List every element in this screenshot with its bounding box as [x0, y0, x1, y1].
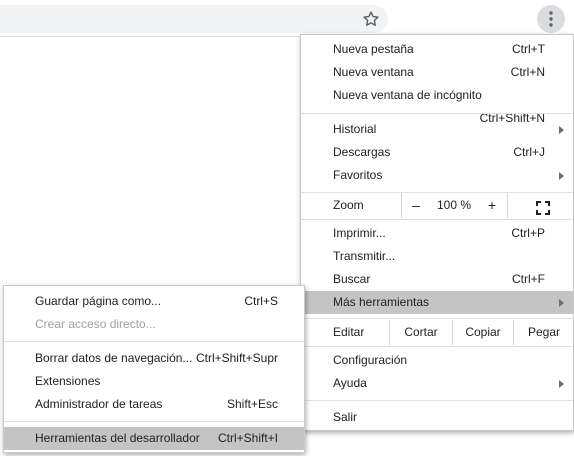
zoom-label: Zoom — [333, 198, 364, 212]
menu-item-shortcut: Ctrl+Shift+Supr — [195, 351, 278, 365]
zoom-level: 100 % — [436, 198, 472, 212]
chevron-right-icon — [559, 172, 564, 180]
menu-item-shortcut: Shift+Esc — [226, 397, 278, 411]
menu-item-shortcut: Ctrl+J — [513, 145, 545, 159]
menu-separator — [301, 346, 573, 347]
menu-item-shortcut: Ctrl+T — [512, 42, 545, 56]
menu-item-label: Ayuda — [333, 376, 367, 390]
zoom-in-button[interactable]: + — [477, 193, 507, 218]
menu-item-label: Imprimir... — [333, 226, 386, 240]
chevron-right-icon — [559, 299, 564, 307]
menu-item-label: Historial — [333, 122, 377, 136]
menu-item-shortcut: Ctrl+N — [510, 65, 545, 79]
menu-separator — [4, 341, 304, 342]
star-icon[interactable] — [362, 10, 380, 28]
edit-label: Editar — [333, 325, 365, 339]
menu-item-shortcut: Ctrl+F — [512, 272, 545, 286]
menu-item-label: Descargas — [333, 145, 391, 159]
menu-separator — [301, 113, 573, 114]
menu-item-downloads[interactable]: Descargas Ctrl+J — [301, 141, 573, 164]
menu-item-extensions[interactable]: Extensiones — [4, 370, 304, 393]
menu-separator — [301, 219, 573, 220]
menu-item-label: Configuración — [333, 353, 408, 367]
menu-item-help[interactable]: Ayuda — [301, 372, 573, 395]
chevron-right-icon — [559, 380, 564, 388]
menu-item-settings[interactable]: Configuración — [301, 349, 573, 372]
menu-item-new-tab[interactable]: Nueva pestaña Ctrl+T — [301, 38, 573, 61]
cut-button[interactable]: Cortar — [389, 320, 452, 345]
copy-button[interactable]: Copiar — [452, 320, 513, 345]
edit-row: Editar Cortar Copiar Pegar — [301, 320, 573, 345]
menu-item-create-shortcut: Crear acceso directo... — [4, 313, 304, 336]
more-tools-submenu: Guardar página como... Ctrl+S Crear acce… — [3, 285, 305, 453]
menu-item-label: Guardar página como... — [35, 294, 162, 308]
browser-menu-button[interactable] — [537, 5, 565, 33]
menu-item-cast[interactable]: Transmitir... — [301, 245, 573, 268]
menu-item-label: Extensiones — [35, 374, 101, 388]
menu-item-label: Buscar — [333, 272, 371, 286]
menu-item-label: Borrar datos de navegación... — [35, 351, 193, 365]
menu-item-label: Crear acceso directo... — [35, 317, 156, 331]
menu-item-label: Más herramientas — [333, 295, 430, 309]
fullscreen-icon[interactable] — [536, 199, 550, 224]
menu-item-label: Nueva ventana de incógnito — [333, 88, 482, 102]
menu-item-incognito[interactable]: Nueva ventana de incógnito Ctrl+Shift+N — [301, 84, 573, 125]
zoom-out-button[interactable]: – — [401, 193, 431, 218]
address-bar[interactable] — [0, 5, 388, 33]
chevron-right-icon — [559, 126, 564, 134]
menu-item-task-manager[interactable]: Administrador de tareas Shift+Esc — [4, 393, 304, 416]
menu-item-label: Favoritos — [333, 168, 383, 182]
menu-item-label: Administrador de tareas — [35, 397, 163, 411]
menu-item-find[interactable]: Buscar Ctrl+F — [301, 268, 573, 291]
vertical-dots-icon — [549, 11, 553, 27]
menu-item-save-page[interactable]: Guardar página como... Ctrl+S — [4, 290, 304, 313]
menu-item-new-window[interactable]: Nueva ventana Ctrl+N — [301, 61, 573, 84]
browser-toolbar — [0, 0, 574, 37]
menu-separator — [301, 318, 573, 319]
menu-item-label: Herramientas del desarrollador — [35, 431, 200, 445]
menu-item-shortcut: Ctrl+P — [511, 226, 545, 240]
menu-item-print[interactable]: Imprimir... Ctrl+P — [301, 222, 573, 245]
menu-item-dev-tools[interactable]: Herramientas del desarrollador Ctrl+Shif… — [4, 427, 304, 450]
zoom-row: Zoom – 100 % + — [301, 193, 573, 218]
menu-item-clear-data[interactable]: Borrar datos de navegación... Ctrl+Shift… — [4, 347, 304, 370]
menu-item-label: Salir — [333, 410, 358, 424]
menu-item-history[interactable]: Historial — [301, 118, 573, 141]
menu-item-exit[interactable]: Salir — [301, 406, 573, 429]
menu-separator — [301, 400, 573, 401]
menu-item-shortcut: Ctrl+S — [244, 294, 278, 308]
menu-item-label: Nueva pestaña — [333, 42, 414, 56]
menu-item-label: Nueva ventana — [333, 65, 414, 79]
browser-main-menu: Nueva pestaña Ctrl+T Nueva ventana Ctrl+… — [300, 34, 574, 431]
menu-item-more-tools[interactable]: Más herramientas — [301, 291, 573, 314]
zoom-divider — [507, 193, 508, 218]
menu-item-bookmarks[interactable]: Favoritos — [301, 164, 573, 187]
paste-button[interactable]: Pegar — [513, 320, 574, 345]
menu-separator — [4, 421, 304, 422]
menu-item-label: Transmitir... — [333, 249, 396, 263]
menu-item-shortcut: Ctrl+Shift+I — [217, 431, 278, 445]
